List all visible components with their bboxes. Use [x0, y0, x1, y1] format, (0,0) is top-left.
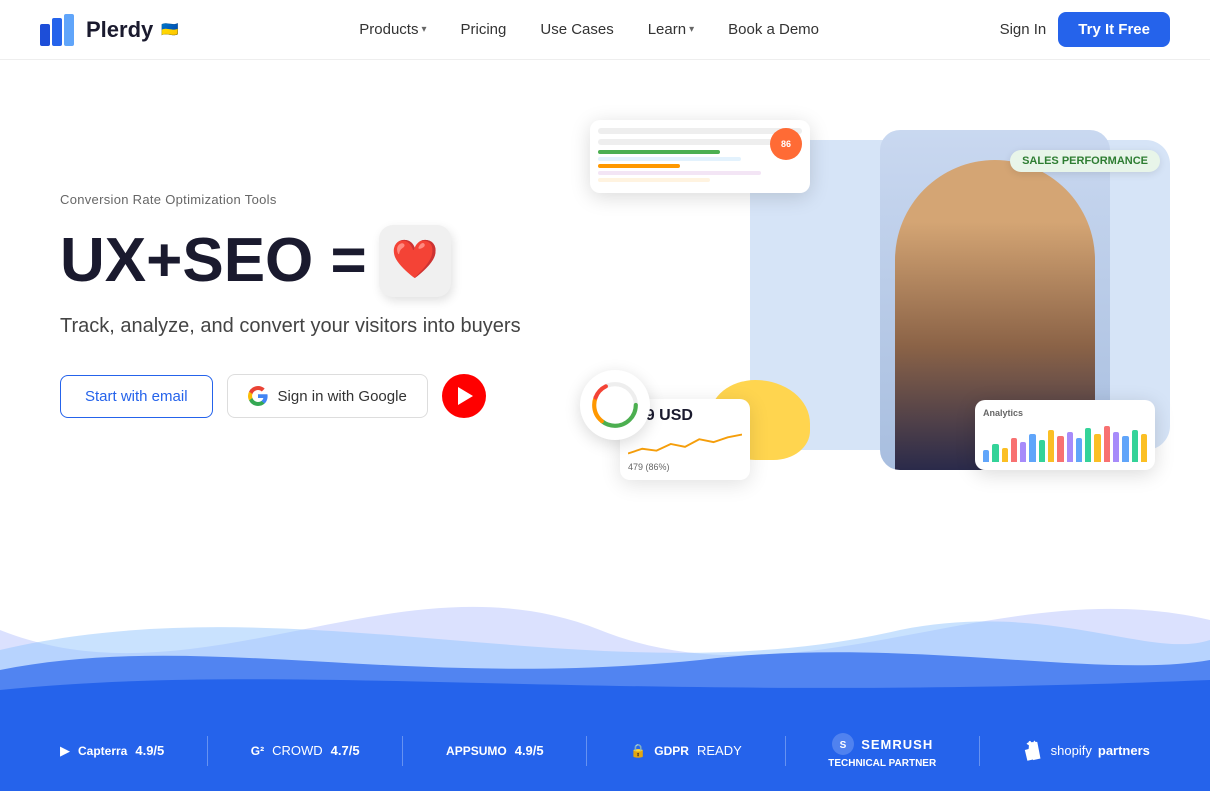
play-icon: [458, 387, 473, 405]
heart-icon: ❤️: [379, 225, 451, 297]
seo-score: 86: [770, 128, 802, 160]
analytics-bar: [1085, 428, 1091, 462]
divider: [586, 736, 587, 766]
chevron-down-icon: ▾: [689, 24, 694, 35]
hero-left: Conversion Rate Optimization Tools UX+SE…: [60, 192, 521, 418]
nav-use-cases[interactable]: Use Cases: [526, 13, 627, 46]
capterra-rating: ▶ Capterra 4.9/5: [60, 743, 164, 759]
wave-section: [0, 550, 1210, 710]
google-signin-button[interactable]: Sign in with Google: [227, 374, 428, 418]
analytics-bar: [992, 444, 998, 462]
divider: [402, 736, 403, 766]
analytics-bar: [1094, 434, 1100, 462]
shopify-badge: shopify partners: [1023, 740, 1150, 762]
try-free-button[interactable]: Try It Free: [1058, 12, 1170, 47]
start-email-button[interactable]: Start with email: [60, 375, 213, 418]
analytics-card: Analytics: [975, 400, 1155, 470]
youtube-button[interactable]: [442, 374, 486, 418]
analytics-bar: [1002, 448, 1008, 462]
wave-svg: [0, 550, 1210, 710]
analytics-bar: [1039, 440, 1045, 462]
seo-screenshot-card: 86: [590, 120, 810, 193]
hero-tagline: Track, analyze, and convert your visitor…: [60, 315, 521, 338]
analytics-bar: [1011, 438, 1017, 462]
chevron-down-icon: ▾: [421, 24, 426, 35]
header-actions: Sign In Try It Free: [1000, 12, 1170, 47]
analytics-bar: [1132, 430, 1138, 462]
divider: [979, 736, 980, 766]
hero-section: Conversion Rate Optimization Tools UX+SE…: [0, 60, 1210, 530]
analytics-bar: [1122, 436, 1128, 462]
google-logo-icon: [248, 386, 268, 406]
sign-in-link[interactable]: Sign In: [1000, 21, 1047, 38]
analytics-bar: [983, 450, 989, 462]
analytics-bar: [1104, 426, 1110, 462]
semrush-badge: S SEMRUSH TECHNICAL PARTNER: [828, 732, 936, 769]
semrush-icon: S: [831, 732, 855, 756]
svg-text:S: S: [840, 740, 847, 751]
analytics-bar: [1048, 430, 1054, 462]
hero-headline: UX+SEO = ❤️: [60, 225, 521, 297]
nav-learn[interactable]: Learn ▾: [634, 13, 708, 46]
analytics-bars: [983, 422, 1147, 462]
sales-performance-badge: SALES PERFORMANCE: [1010, 150, 1160, 172]
main-nav: Products ▾ Pricing Use Cases Learn ▾ Boo…: [345, 13, 833, 46]
lock-icon: 🔒: [630, 743, 646, 759]
analytics-bar: [1029, 434, 1035, 462]
analytics-bar: [1020, 442, 1026, 462]
logo-text: Plerdy: [86, 17, 153, 43]
nav-pricing[interactable]: Pricing: [447, 13, 521, 46]
cta-row: Start with email Sign in with Google: [60, 374, 521, 418]
gauge-icon: [589, 379, 641, 431]
gdpr-badge: 🔒 GDPR READY: [630, 743, 742, 759]
shopify-icon: [1023, 740, 1045, 762]
analytics-bar: [1113, 432, 1119, 462]
hero-subtitle: Conversion Rate Optimization Tools: [60, 192, 521, 207]
logo-flag: 🇺🇦: [161, 21, 178, 38]
crowd-rating: G² CROWD 4.7/5: [251, 743, 360, 758]
analytics-bar: [1141, 434, 1147, 462]
hero-visuals: 86 SALES PERFORMANCE Analytics 709 USD: [590, 120, 1150, 490]
header: Plerdy 🇺🇦 Products ▾ Pricing Use Cases L…: [0, 0, 1210, 60]
analytics-bar: [1076, 438, 1082, 462]
bottom-bar: ▶ Capterra 4.9/5 G² CROWD 4.7/5 APPSUMO …: [0, 710, 1210, 791]
divider: [785, 736, 786, 766]
gauge-widget: [580, 370, 650, 440]
divider: [207, 736, 208, 766]
analytics-bar: [1067, 432, 1073, 462]
analytics-bar: [1057, 436, 1063, 462]
nav-book-demo[interactable]: Book a Demo: [714, 13, 833, 46]
appsumo-rating: APPSUMO 4.9/5: [446, 743, 544, 758]
nav-products[interactable]: Products ▾: [345, 13, 440, 46]
revenue-sparkline: [628, 429, 742, 459]
logo[interactable]: Plerdy 🇺🇦: [40, 14, 179, 46]
capterra-icon: ▶: [60, 743, 70, 759]
